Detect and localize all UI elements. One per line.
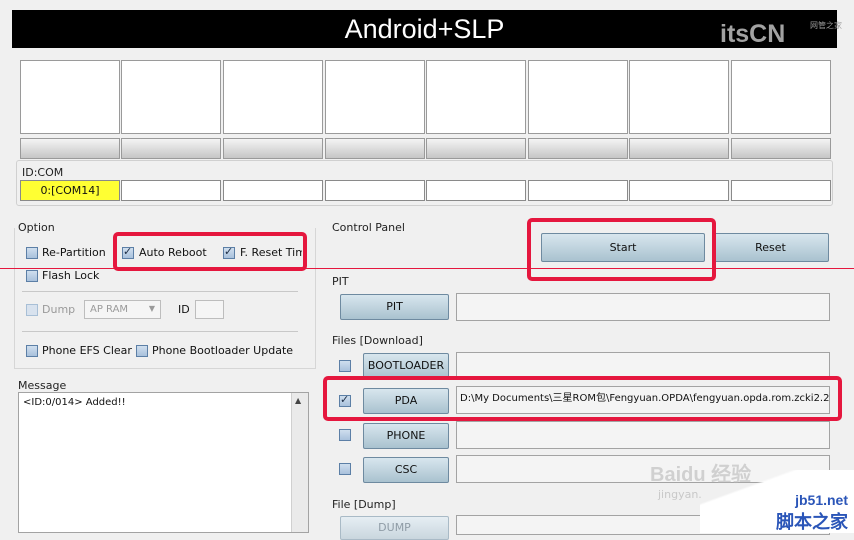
- progress-bar: [121, 138, 221, 159]
- jb51-cn-text: 脚本之家: [776, 512, 848, 533]
- progress-bar: [20, 138, 120, 159]
- flash-lock-label: Flash Lock: [42, 269, 100, 282]
- dump-select[interactable]: AP RAM ▼: [84, 300, 161, 319]
- dump-select-value: AP RAM: [90, 304, 129, 315]
- progress-bar: [325, 138, 425, 159]
- watermark-top-small: 网管之家: [810, 21, 842, 30]
- dump-label: Dump: [42, 303, 76, 316]
- watermark-top-text: itsCN: [720, 20, 786, 48]
- reset-button[interactable]: Reset: [712, 233, 829, 262]
- csc-checkbox[interactable]: [339, 463, 351, 475]
- device-slot: [731, 60, 831, 134]
- files-title: Files [Download]: [332, 334, 423, 347]
- phone-button[interactable]: PHONE: [363, 423, 449, 449]
- progress-bar: [528, 138, 628, 159]
- device-slot: [528, 60, 628, 134]
- message-scrollbar[interactable]: ▲: [291, 393, 308, 532]
- efs-clear-checkbox[interactable]: [26, 345, 38, 357]
- bootloader-checkbox[interactable]: [339, 360, 351, 372]
- progress-bar: [223, 138, 323, 159]
- jb51-site-text: jb51.net: [795, 492, 848, 508]
- device-slot: [121, 60, 221, 134]
- pit-path-field[interactable]: [456, 293, 830, 321]
- device-slot: [325, 60, 425, 134]
- control-title: Control Panel: [332, 221, 405, 234]
- dump-checkbox[interactable]: [26, 304, 38, 316]
- repartition-checkbox[interactable]: [26, 247, 38, 259]
- highlight-options: [113, 232, 307, 271]
- option-separator-2: [22, 331, 298, 332]
- highlight-pda: [323, 376, 842, 421]
- device-slot: [20, 60, 120, 134]
- progress-bar: [731, 138, 831, 159]
- pit-button[interactable]: PIT: [340, 294, 449, 320]
- baidu-sub-text: jingyan.: [658, 488, 702, 501]
- device-slot: [629, 60, 729, 134]
- option-separator: [22, 291, 298, 292]
- scroll-up-icon[interactable]: ▲: [295, 396, 301, 405]
- device-slot: [426, 60, 526, 134]
- id-label: ID: [178, 303, 190, 316]
- device-slot: [223, 60, 323, 134]
- phone-checkbox[interactable]: [339, 429, 351, 441]
- jb51-watermark: jb51.net 脚本之家: [700, 470, 854, 533]
- phone-path-field[interactable]: [456, 421, 830, 449]
- id-input[interactable]: [195, 300, 224, 319]
- bootloader-update-checkbox[interactable]: [136, 345, 148, 357]
- bootloader-update-label: Phone Bootloader Update: [152, 344, 294, 357]
- csc-button[interactable]: CSC: [363, 457, 449, 483]
- highlight-start: [527, 218, 716, 281]
- progress-bar: [629, 138, 729, 159]
- pit-title: PIT: [332, 275, 349, 288]
- chevron-down-icon: ▼: [148, 304, 155, 313]
- guide-line: [0, 268, 854, 269]
- progress-bar: [426, 138, 526, 159]
- ports-frame: [16, 160, 833, 206]
- dump-button[interactable]: DUMP: [340, 516, 449, 540]
- message-box[interactable]: <ID:0/014> Added!! ▲: [18, 392, 309, 533]
- message-title: Message: [18, 379, 67, 392]
- message-text: <ID:0/014> Added!!: [23, 397, 126, 408]
- dump-title: File [Dump]: [332, 498, 396, 511]
- efs-clear-label: Phone EFS Clear: [42, 344, 132, 357]
- watermark-logo: itsCN 网管之家: [706, 12, 846, 56]
- flash-lock-checkbox[interactable]: [26, 270, 38, 282]
- repartition-label: Re-Partition: [42, 246, 106, 259]
